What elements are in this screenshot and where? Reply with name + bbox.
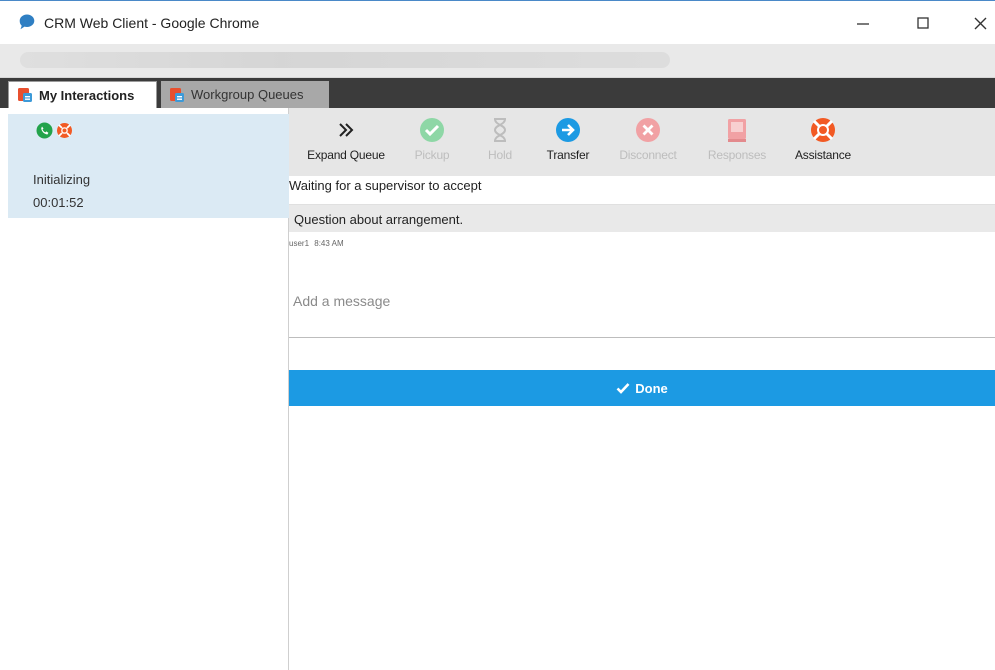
- message-meta: user1 8:43 AM: [289, 239, 344, 248]
- button-label: Expand Queue: [307, 148, 385, 162]
- assistance-button[interactable]: Assistance: [778, 116, 868, 162]
- tab-my-interactions[interactable]: My Interactions: [8, 81, 157, 108]
- close-button[interactable]: [962, 9, 995, 37]
- window-titlebar: CRM Web Client - Google Chrome: [0, 0, 995, 44]
- close-icon: [974, 17, 986, 29]
- minimize-icon: [857, 23, 869, 25]
- interaction-detail: Expand Queue Pickup Hold Transfer Discon…: [289, 108, 995, 670]
- interaction-item[interactable]: Initializing 00:01:52: [8, 114, 289, 218]
- phone-icon: [36, 122, 53, 139]
- address-bar: [0, 44, 995, 78]
- interactions-icon: [18, 88, 32, 102]
- done-label: Done: [635, 380, 668, 396]
- maximize-icon: [917, 17, 929, 29]
- disconnect-button[interactable]: Disconnect: [603, 116, 693, 162]
- expand-queue-button[interactable]: Expand Queue: [301, 116, 391, 162]
- status-message: Waiting for a supervisor to accept: [289, 178, 482, 193]
- queues-icon: [170, 87, 184, 102]
- message-text: Question about arrangement.: [294, 212, 464, 227]
- lifebuoy-icon: [57, 123, 72, 138]
- hourglass-icon: [493, 118, 507, 142]
- maximize-button[interactable]: [905, 9, 941, 37]
- message-author: user1: [289, 239, 310, 248]
- lifebuoy-icon: [811, 118, 835, 142]
- tab-workgroup-queues[interactable]: Workgroup Queues: [161, 81, 329, 108]
- double-chevron-right-icon: [339, 123, 354, 137]
- x-circle-icon: [636, 118, 660, 142]
- button-label: Transfer: [546, 148, 590, 162]
- button-label: Disconnect: [619, 148, 677, 162]
- message-input[interactable]: [293, 290, 983, 312]
- interaction-timer: 00:01:52: [33, 195, 84, 210]
- chat-bubble-icon: [19, 14, 35, 30]
- interaction-state: Initializing: [33, 172, 91, 187]
- check-circle-icon: [420, 118, 444, 142]
- tab-label: My Interactions: [39, 87, 135, 103]
- transfer-button[interactable]: Transfer: [523, 116, 613, 162]
- message-time: 8:43 AM: [314, 239, 344, 248]
- window-title: CRM Web Client - Google Chrome: [44, 15, 260, 31]
- tab-bar: My Interactions Workgroup Queues: [0, 78, 995, 108]
- responses-button[interactable]: Responses: [692, 116, 782, 162]
- book-icon: [728, 119, 746, 142]
- toolbar: Expand Queue Pickup Hold Transfer Discon…: [289, 108, 995, 176]
- message-bubble: Question about arrangement.: [289, 204, 995, 232]
- checkmark-icon: [616, 383, 630, 394]
- button-label: Responses: [707, 148, 767, 162]
- minimize-button[interactable]: [845, 9, 881, 37]
- interaction-list: Initializing 00:01:52: [0, 108, 289, 670]
- interaction-icons: [36, 122, 73, 139]
- done-button[interactable]: Done: [289, 370, 995, 406]
- arrow-right-circle-icon: [556, 118, 580, 142]
- address-bar-blur: [20, 52, 670, 68]
- tab-label: Workgroup Queues: [191, 87, 304, 102]
- message-composer: [289, 250, 995, 338]
- button-label: Assistance: [794, 148, 852, 162]
